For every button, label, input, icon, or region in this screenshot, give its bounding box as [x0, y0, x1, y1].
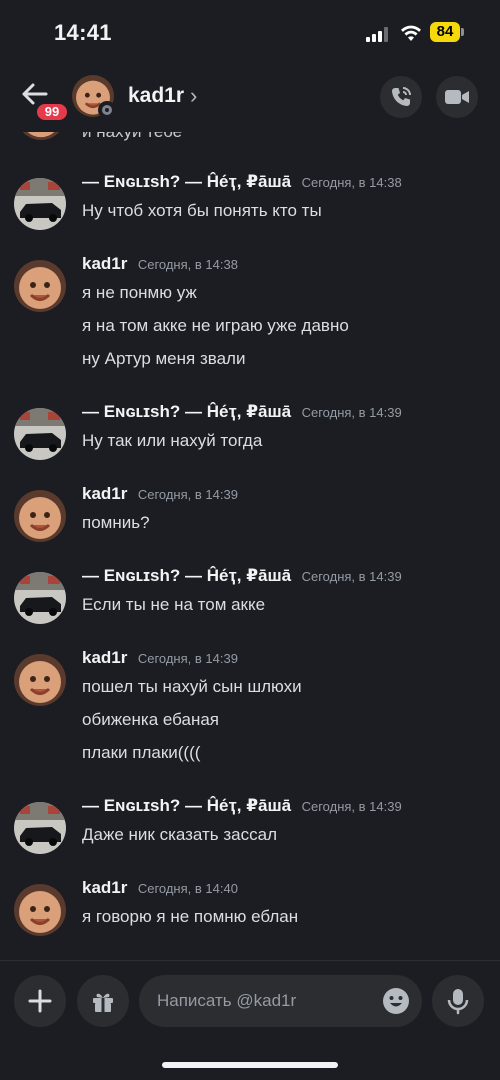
microphone-icon [447, 989, 469, 1015]
message-text: пошел ты нахуй сын шлюхи [82, 677, 302, 696]
chat-header: 99 kad1r › [0, 64, 500, 132]
message-author[interactable]: — Eɴɢʟɪsh? — Ĥе́ҭ, ₽ā̄шā [82, 172, 291, 191]
plus-icon [28, 989, 52, 1013]
message-timestamp: Сегодня, в 14:39 [301, 569, 402, 584]
chevron-right-icon[interactable]: › [190, 83, 197, 109]
message-text: ну Артур меня звали [82, 349, 246, 368]
message-author[interactable]: — Eɴɢʟɪsh? — Ĥе́ҭ, ₽ā̄шā [82, 566, 291, 585]
message-timestamp: Сегодня, в 14:39 [137, 487, 238, 502]
home-indicator[interactable] [162, 1062, 338, 1068]
message-text: Ну чтоб хотя бы понять кто ты [82, 201, 322, 220]
message-timestamp: Сегодня, в 14:38 [137, 257, 238, 272]
avatar[interactable] [14, 260, 66, 312]
message-timestamp: Сегодня, в 14:39 [137, 651, 238, 666]
message-author[interactable]: kad1r [82, 484, 127, 503]
unread-badge: 99 [34, 101, 70, 123]
message-text: Ну так или нахуй тогда [82, 431, 263, 450]
video-camera-icon [445, 90, 469, 104]
message-text: плаки плаки(((( [82, 743, 201, 762]
battery-level: 84 [430, 22, 460, 42]
message-text: Если ты не на том акке [82, 595, 266, 614]
avatar[interactable] [14, 408, 66, 460]
message-author[interactable]: kad1r [82, 254, 127, 273]
battery-icon: 84 [430, 22, 464, 44]
avatar[interactable] [14, 654, 66, 706]
message-timestamp: Сегодня, в 14:39 [301, 799, 402, 814]
message-author[interactable]: kad1r [82, 648, 127, 667]
message-text: я говорю я не помню еблан [82, 907, 299, 926]
message-input-container[interactable] [139, 975, 422, 1027]
avatar[interactable] [14, 572, 66, 624]
gift-button[interactable] [77, 975, 129, 1027]
message-timestamp: Сегодня, в 14:40 [137, 881, 238, 896]
message-timestamp: Сегодня, в 14:39 [301, 405, 402, 420]
message-text: обиженка ебаная [82, 710, 220, 729]
message-timestamp: Сегодня, в 14:38 [301, 175, 402, 190]
contact-name[interactable]: kad1r [128, 84, 184, 108]
message-text: я не понмю уж [82, 283, 197, 302]
message-text: помниь? [82, 513, 150, 532]
message-text: я на том акке не играю уже давно [82, 316, 349, 335]
status-bar: 14:41 84 [0, 0, 500, 64]
avatar[interactable] [14, 802, 66, 854]
avatar[interactable] [14, 884, 66, 936]
cellular-signal-icon [366, 26, 392, 42]
dm-screen: 14:41 84 99 kad1r › — Eɴɢʟɪsh? — Ĥе́ҭ, ₽… [0, 0, 500, 1080]
emoji-icon[interactable] [382, 987, 410, 1015]
avatar[interactable] [14, 178, 66, 230]
message-author[interactable]: — Eɴɢʟɪsh? — Ĥе́ҭ, ₽ā̄шā [82, 796, 291, 815]
message-input[interactable] [157, 975, 377, 1027]
avatar[interactable] [14, 490, 66, 542]
message-text: Даже ник сказать зассал [82, 825, 278, 844]
message-text: и нахуй тебе [82, 132, 182, 142]
status-offline-icon [98, 101, 116, 119]
voice-call-button[interactable] [380, 76, 422, 118]
status-time: 14:41 [54, 20, 112, 45]
phone-call-icon [392, 87, 411, 106]
message-list[interactable]: и нахуй тебе — Eɴɢʟɪsh? — Ĥе́ҭ, ₽ā̄шā Се… [0, 132, 500, 960]
wifi-icon [401, 25, 421, 41]
message-author[interactable]: — Eɴɢʟɪsh? — Ĥе́ҭ, ₽ā̄шā [82, 402, 291, 421]
message-author[interactable]: kad1r [82, 878, 127, 897]
gift-icon [93, 993, 113, 1012]
attach-button[interactable] [14, 975, 66, 1027]
avatar[interactable] [16, 132, 66, 140]
voice-message-button[interactable] [432, 975, 484, 1027]
video-call-button[interactable] [436, 76, 478, 118]
